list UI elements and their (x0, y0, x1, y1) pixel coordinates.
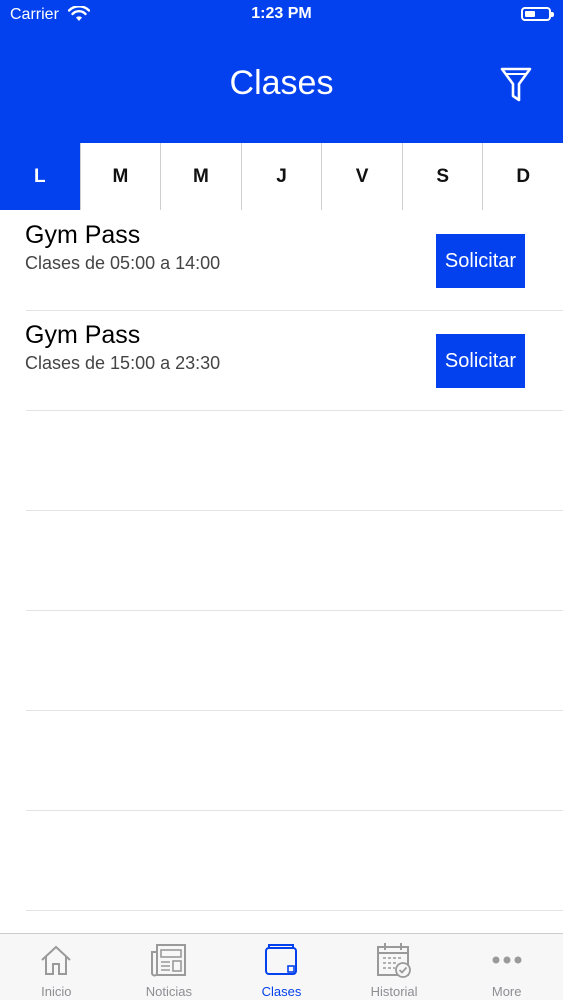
status-bar: Carrier 1:23 PM (0, 0, 563, 30)
empty-row (26, 511, 563, 611)
class-title: Gym Pass (25, 221, 141, 249)
tab-label: More (491, 984, 522, 999)
tab-label: Historial (370, 984, 418, 999)
page-title: Clases (229, 64, 334, 102)
filter-icon[interactable] (499, 66, 533, 104)
wallet-icon (265, 944, 298, 975)
solicitar-button[interactable]: Solicitar (436, 234, 525, 288)
class-schedule: Clases de 05:00 a 14:00 (25, 253, 221, 273)
calendar-check-icon (377, 943, 411, 978)
screen: Carrier 1:23 PM Clases LMMJVSD Gym Pass C… (0, 0, 563, 1000)
tab-label: Inicio (41, 984, 72, 999)
header: Carrier 1:23 PM Clases (0, 0, 563, 143)
day-tab[interactable]: M (160, 143, 241, 210)
battery-icon (521, 7, 554, 21)
tab-label: Clases (261, 984, 302, 999)
empty-row (26, 611, 563, 711)
empty-row (26, 411, 563, 511)
solicitar-button[interactable]: Solicitar (436, 334, 525, 388)
day-tab[interactable]: V (321, 143, 402, 210)
home-icon (41, 945, 71, 975)
day-selector: LMMJVSD (0, 143, 563, 210)
tab-noticias[interactable]: Noticias (113, 934, 226, 1000)
tab-more[interactable]: More (450, 934, 563, 1000)
empty-row (26, 711, 563, 811)
empty-row (26, 811, 563, 911)
class-row: Gym Pass Clases de 05:00 a 14:00 Solicitar (25, 211, 563, 311)
status-time: 1:23 PM (251, 5, 312, 22)
class-row: Gym Pass Clases de 15:00 a 23:30 Solicitar (25, 311, 563, 411)
day-tab[interactable]: L (0, 143, 80, 210)
more-icon (492, 956, 522, 964)
tab-label: Noticias (145, 984, 193, 999)
newspaper-icon (150, 944, 186, 977)
class-title: Gym Pass (25, 321, 141, 349)
day-tab[interactable]: M (79, 143, 161, 210)
class-schedule: Clases de 15:00 a 23:30 (25, 353, 221, 373)
class-list: Gym Pass Clases de 05:00 a 14:00 Solicitar… (0, 211, 563, 911)
tab-bar: Inicio Noticias Clases Historial More (0, 933, 563, 1000)
tab-clases[interactable]: Clases (225, 934, 338, 1000)
tab-historial[interactable]: Historial (338, 934, 451, 1000)
tab-inicio[interactable]: Inicio (0, 934, 113, 1000)
day-tab[interactable]: S (401, 143, 483, 210)
day-tab[interactable]: J (240, 143, 322, 210)
day-tab[interactable]: D (482, 143, 563, 210)
